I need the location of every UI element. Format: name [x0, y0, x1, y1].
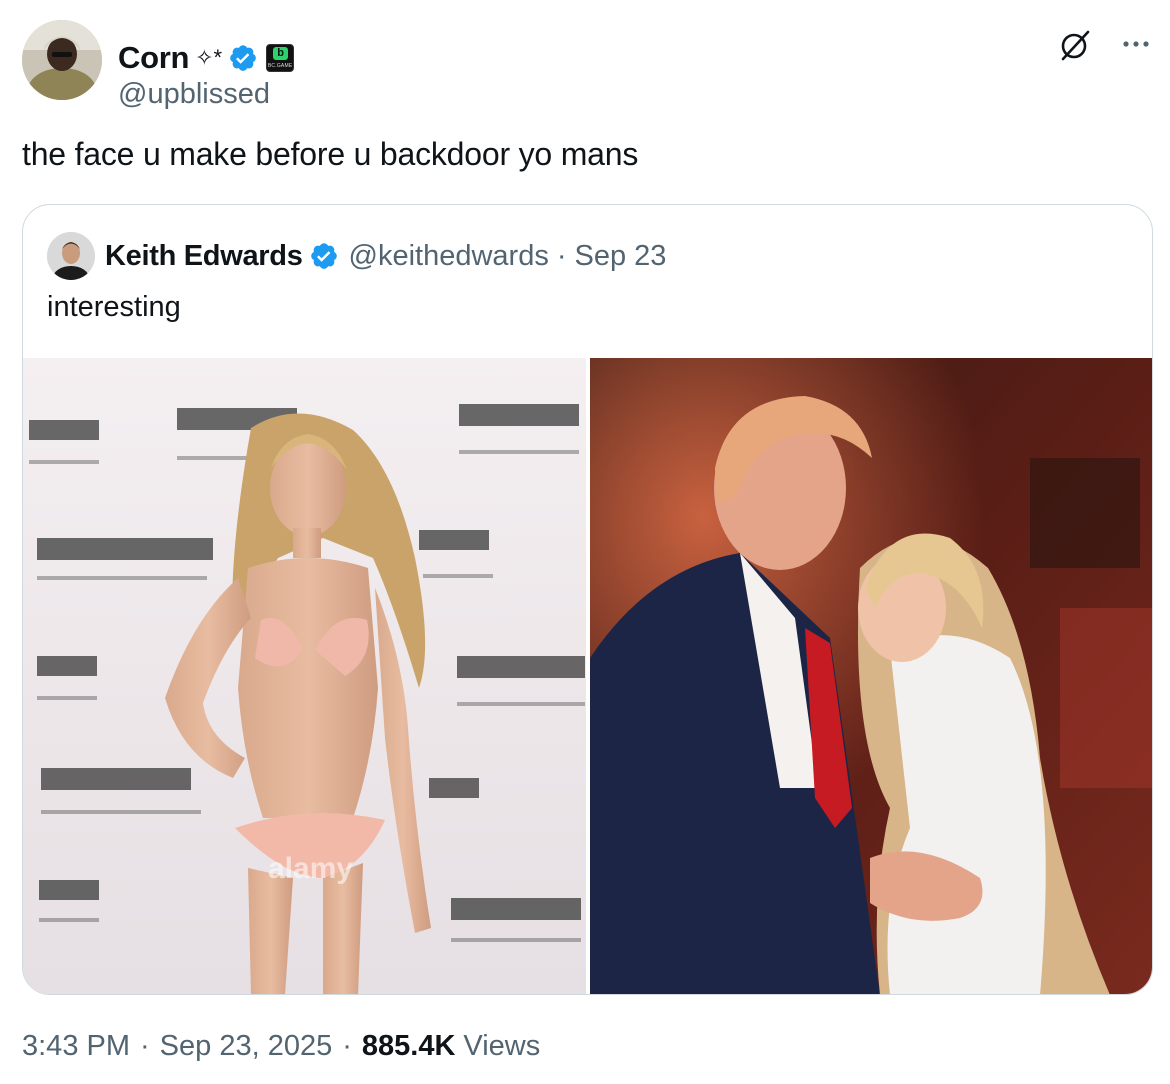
watermark-text: alamy — [268, 852, 353, 885]
tweet-text: the face u make before u backdoor yo man… — [22, 136, 639, 172]
quoted-date[interactable]: Sep 23 — [575, 240, 667, 273]
meta-separator: · — [140, 1030, 150, 1062]
views-label: Views — [463, 1030, 541, 1062]
quoted-media-image-1[interactable]: alamy — [23, 358, 586, 994]
affiliation-badge[interactable]: b BC.GAME — [266, 44, 295, 72]
quoted-separator: · — [556, 239, 567, 272]
author-display-name[interactable]: Corn — [118, 40, 189, 76]
more-icon[interactable] — [1120, 32, 1152, 56]
affiliation-badge-label: BC.GAME — [267, 63, 293, 69]
tweet-date[interactable]: Sep 23, 2025 — [160, 1030, 333, 1063]
verified-badge-icon[interactable] — [228, 43, 258, 73]
quoted-display-name[interactable]: Keith Edwards — [105, 240, 303, 273]
author-avatar[interactable] — [22, 20, 102, 100]
quoted-media-image-2[interactable] — [590, 358, 1152, 994]
quoted-author-avatar[interactable] — [47, 232, 95, 280]
author-name-decoration: ✧* — [195, 45, 223, 70]
tweet-time[interactable]: 3:43 PM — [22, 1030, 130, 1063]
meta-separator: · — [342, 1030, 352, 1062]
quoted-handle[interactable]: @keithedwards — [349, 240, 549, 273]
quoted-text: interesting — [47, 291, 181, 323]
views-count: 885.4K — [361, 1030, 456, 1062]
quoted-header: Keith Edwards @keithedwards · Sep 23 — [47, 231, 666, 281]
tweet-header: Corn ✧* b BC.GAME @upblissed — [22, 20, 1152, 110]
tweet-meta: 3:43 PM · Sep 23, 2025 · 885.4K Views — [22, 1030, 540, 1063]
quoted-tweet[interactable]: Keith Edwards @keithedwards · Sep 23 int… — [22, 204, 1153, 995]
verified-badge-icon[interactable] — [309, 241, 339, 271]
author-handle[interactable]: @upblissed — [118, 78, 270, 111]
author-name-row: Corn ✧* b BC.GAME — [118, 38, 295, 78]
grok-icon[interactable] — [1058, 28, 1092, 62]
